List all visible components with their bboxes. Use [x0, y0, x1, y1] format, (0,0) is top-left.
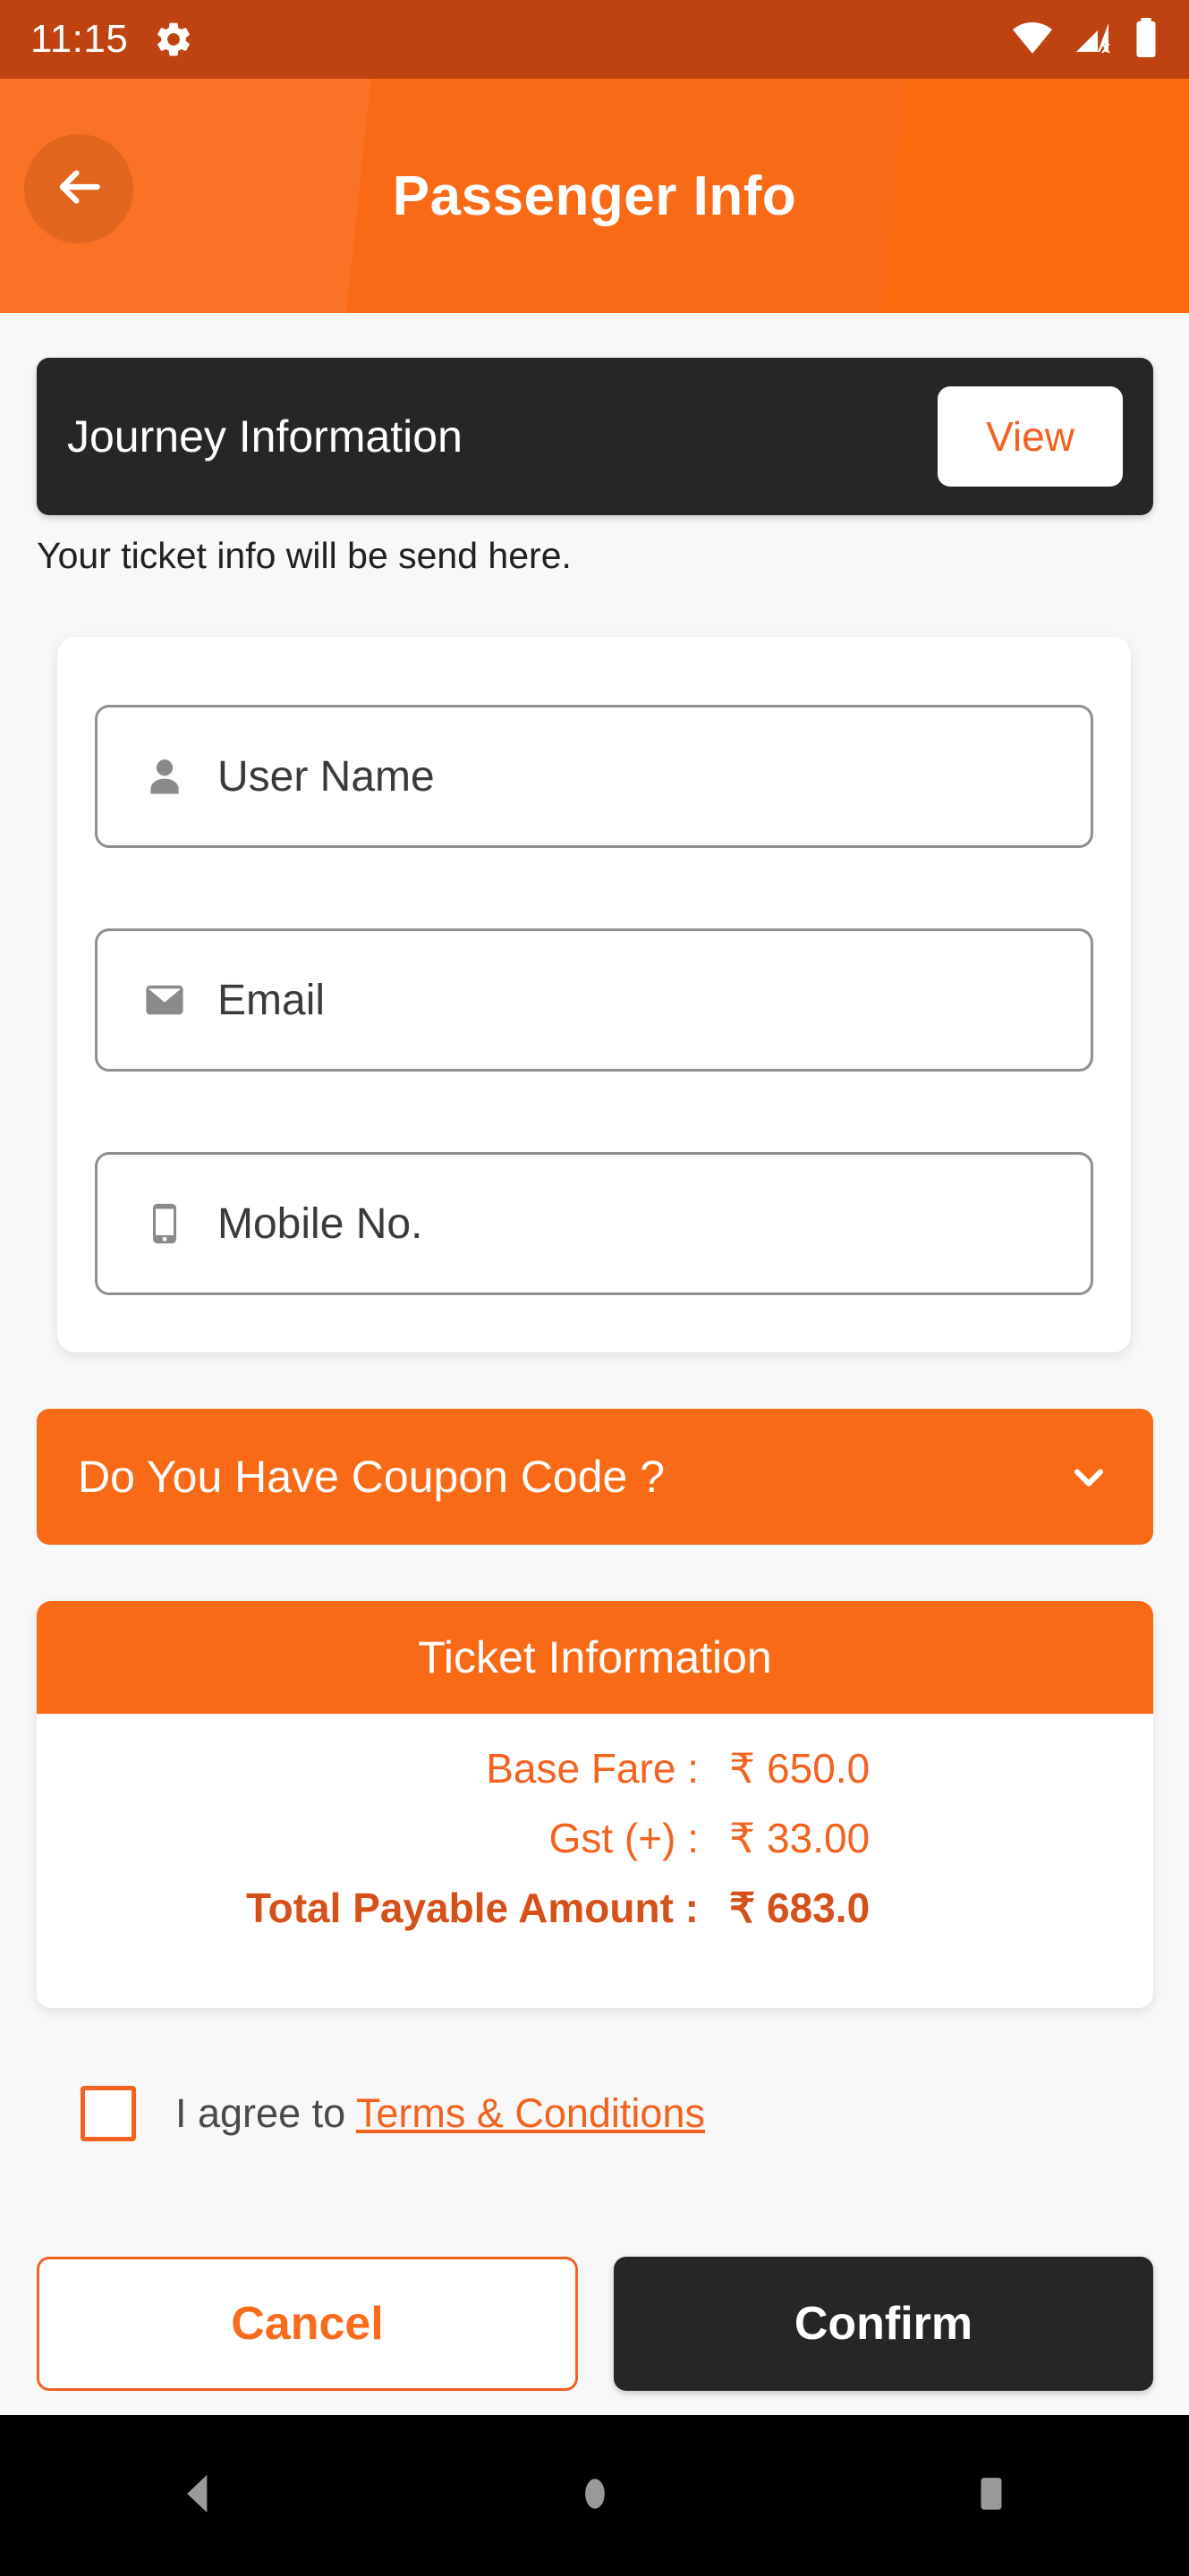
fare-row-total: Total Payable Amount : ₹ 683.0 — [37, 1884, 1153, 1932]
total-payable-value: ₹ 683.0 — [729, 1885, 871, 1931]
terms-and-conditions-link[interactable]: Terms & Conditions — [356, 2090, 705, 2136]
mobile-field[interactable]: Mobile No. — [95, 1152, 1093, 1295]
android-navigation-bar — [0, 2415, 1189, 2576]
gst-value: ₹ 33.00 — [729, 1815, 871, 1861]
status-bar: 11:15 x — [0, 0, 1189, 79]
terms-checkbox[interactable] — [81, 2086, 136, 2141]
passenger-form-card: User Name Email Mobile No. — [57, 637, 1131, 1352]
nav-home-button[interactable] — [505, 2442, 684, 2549]
terms-prefix: I agree to — [175, 2090, 356, 2136]
journey-subtitle: Your ticket info will be send here. — [37, 535, 572, 576]
coupon-code-label: Do You Have Coupon Code ? — [78, 1452, 666, 1502]
app-screen: 11:15 x Passenger Info Journey Informati… — [0, 0, 1189, 2576]
smartphone-icon — [137, 1200, 192, 1247]
ticket-information-heading: Ticket Information — [37, 1601, 1153, 1714]
terms-agreement-row: I agree to Terms & Conditions — [81, 2086, 705, 2141]
nav-recents-button[interactable] — [902, 2442, 1081, 2549]
nav-home-icon — [573, 2469, 617, 2523]
battery-icon — [1134, 17, 1159, 63]
nav-recents-icon — [969, 2469, 1014, 2523]
status-bar-icons: x — [1010, 17, 1159, 63]
journey-information-card: Journey Information View — [37, 358, 1153, 515]
person-icon — [137, 753, 192, 800]
gear-icon — [153, 19, 194, 60]
ticket-fare-rows: Base Fare : ₹ 650.0 Gst (+) : ₹ 33.00 To… — [37, 1714, 1153, 1932]
cancel-button[interactable]: Cancel — [37, 2257, 578, 2391]
gst-label: Gst (+) : — [548, 1815, 699, 1861]
fare-row-base: Base Fare : ₹ 650.0 — [37, 1744, 1153, 1792]
username-placeholder: User Name — [217, 752, 435, 801]
coupon-code-accordion[interactable]: Do You Have Coupon Code ? — [37, 1409, 1153, 1545]
cellular-off-icon: x — [1073, 20, 1116, 60]
journey-information-title: Journey Information — [67, 411, 463, 462]
base-fare-label: Base Fare : — [486, 1745, 699, 1792]
email-placeholder: Email — [217, 976, 326, 1024]
nav-back-button[interactable] — [109, 2442, 288, 2549]
mobile-placeholder: Mobile No. — [217, 1199, 423, 1248]
wifi-icon — [1010, 20, 1055, 60]
total-payable-label: Total Payable Amount : — [245, 1885, 699, 1931]
base-fare-value: ₹ 650.0 — [729, 1745, 871, 1792]
page-title: Passenger Info — [392, 165, 797, 227]
ticket-information-card: Ticket Information Base Fare : ₹ 650.0 G… — [37, 1601, 1153, 2008]
email-field[interactable]: Email — [95, 928, 1093, 1072]
confirm-button[interactable]: Confirm — [614, 2257, 1153, 2391]
status-bar-time: 11:15 — [30, 17, 129, 61]
view-button[interactable]: View — [938, 386, 1123, 487]
fare-row-gst: Gst (+) : ₹ 33.00 — [37, 1814, 1153, 1862]
nav-back-icon — [174, 2469, 224, 2523]
app-header: Passenger Info — [0, 79, 1189, 313]
chevron-down-icon — [1066, 1453, 1112, 1500]
terms-text: I agree to Terms & Conditions — [175, 2090, 705, 2137]
envelope-icon — [137, 977, 192, 1023]
svg-text:x: x — [1101, 38, 1110, 55]
username-field[interactable]: User Name — [95, 705, 1093, 848]
